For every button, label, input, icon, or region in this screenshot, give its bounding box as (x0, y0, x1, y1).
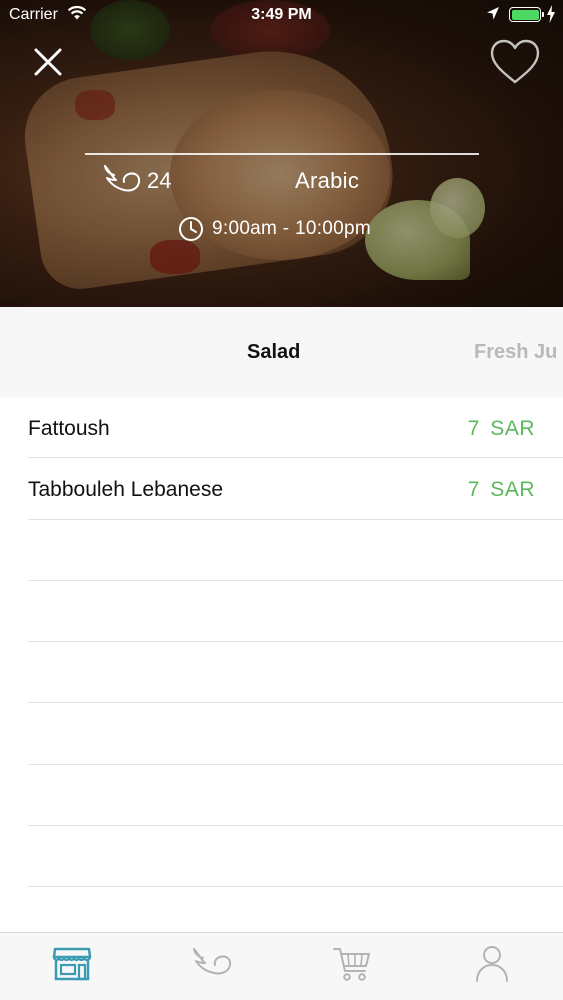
item-price: 7 SAR (467, 417, 535, 440)
store-icon[interactable] (50, 943, 94, 983)
battery-icon (509, 7, 541, 22)
empty-row (28, 642, 563, 704)
wing-icon (104, 165, 141, 192)
heart-icon[interactable] (489, 38, 541, 86)
item-name: Fattoush (28, 417, 110, 440)
status-bar: Carrier 3:49 PM (0, 0, 563, 30)
item-price: 7 SAR (467, 478, 535, 502)
menu-list: Fattoush 7 SAR Tabbouleh Lebanese 7 SAR (0, 397, 563, 888)
item-name: Tabbouleh Lebanese (28, 478, 224, 502)
profile-icon[interactable] (470, 943, 514, 983)
empty-row (28, 703, 563, 765)
battery-tip (542, 12, 544, 17)
restaurant-hero: Carrier 3:49 PM 24 Arabic 9:00am - 10:00… (0, 0, 563, 307)
empty-row (28, 520, 563, 581)
tab-fresh-juice[interactable]: Fresh Ju (474, 341, 557, 364)
opening-hours: 9:00am - 10:00pm (212, 218, 371, 239)
restaurant-rating: 24 (147, 168, 172, 193)
location-arrow-icon (487, 7, 499, 20)
list-item[interactable]: Fattoush 7 SAR (28, 397, 563, 459)
charging-bolt-icon (547, 5, 555, 23)
list-item[interactable]: Tabbouleh Lebanese 7 SAR (28, 458, 563, 520)
empty-row (28, 826, 563, 888)
clock-icon (179, 217, 203, 241)
status-time: 3:49 PM (251, 6, 312, 23)
empty-row (28, 581, 563, 643)
restaurant-cuisine: Arabic (295, 168, 360, 193)
empty-row (28, 765, 563, 827)
hero-divider (85, 153, 479, 155)
bottom-tab-bar (0, 932, 563, 1000)
tab-salad[interactable]: Salad (247, 341, 300, 364)
battery-level (511, 9, 539, 20)
wing-icon[interactable] (190, 943, 234, 983)
close-icon[interactable] (30, 44, 66, 80)
cart-icon[interactable] (330, 943, 374, 983)
category-tabs: Salad Fresh Ju (0, 307, 563, 397)
